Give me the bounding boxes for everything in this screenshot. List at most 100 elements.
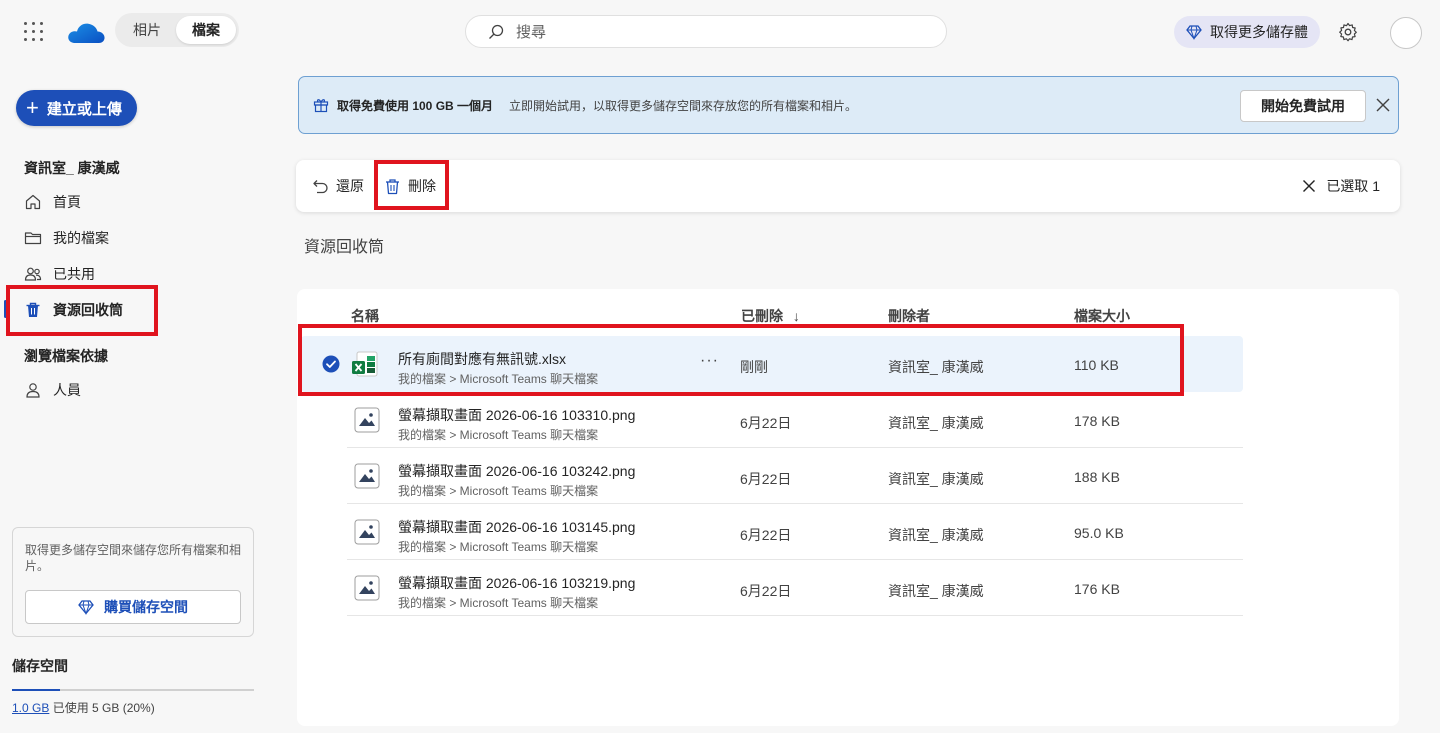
storage-upsell-card: 取得更多儲存空間來儲存您所有檔案和相片。 購買儲存空間: [12, 527, 254, 637]
storage-detail: 已使用 5 GB (20%): [52, 701, 155, 715]
home-icon: [25, 194, 41, 210]
table-row[interactable]: 螢幕擷取畫面 2026-06-16 103145.png 我的檔案 > Micr…: [347, 504, 1243, 560]
folder-icon: [24, 232, 42, 245]
storage-progress-fill: [12, 689, 61, 691]
column-header-name[interactable]: 名稱: [351, 306, 379, 326]
column-header-deleted-label: 已刪除: [741, 308, 783, 324]
file-size: 176 KB: [1074, 581, 1120, 597]
file-size: 178 KB: [1074, 413, 1120, 429]
selected-count: 已選取 1: [1326, 178, 1380, 194]
sidebar-item-shared[interactable]: 已共用: [24, 262, 95, 286]
column-header-deleted[interactable]: 已刪除 ↓: [741, 306, 800, 326]
image-file-icon: [354, 463, 380, 489]
file-size: 188 KB: [1074, 469, 1120, 485]
start-free-trial-button[interactable]: 開始免費試用: [1240, 90, 1366, 122]
close-icon[interactable]: [1374, 96, 1392, 114]
file-name[interactable]: 螢幕擷取畫面 2026-06-16 103219.png: [398, 573, 635, 593]
sidebar-item-label: 人員: [53, 382, 81, 398]
diamond-icon: [78, 600, 94, 615]
tab-photos[interactable]: 相片: [118, 16, 176, 44]
diamond-icon: [1186, 25, 1202, 40]
top-bar: 相片 檔案 搜尋 取得更多儲存體: [0, 0, 1440, 64]
storage-used-link[interactable]: 1.0 GB: [12, 701, 49, 715]
table-row[interactable]: 螢幕擷取畫面 2026-06-16 103219.png 我的檔案 > Micr…: [347, 560, 1243, 616]
sidebar-item-people[interactable]: 人員: [24, 378, 81, 402]
avatar[interactable]: [1390, 17, 1422, 49]
search-placeholder: 搜尋: [516, 24, 547, 41]
browse-by-title: 瀏覽檔案依據: [24, 348, 108, 364]
account-name: 資訊室_ 康漢威: [24, 160, 120, 176]
tab-files[interactable]: 檔案: [176, 16, 236, 44]
delete-button[interactable]: 刪除: [384, 176, 436, 196]
file-name[interactable]: 螢幕擷取畫面 2026-06-16 103242.png: [398, 461, 635, 481]
storage-upsell-text: 取得更多儲存空間來儲存您所有檔案和相片。: [25, 543, 242, 573]
promo-text: 立即開始試用，以取得更多儲存空間來存放您的所有檔案和相片。: [509, 98, 858, 113]
recycle-bin-icon: [26, 302, 40, 317]
app-launcher-icon[interactable]: [24, 22, 44, 42]
get-more-storage-label: 取得更多儲存體: [1210, 24, 1308, 40]
onedrive-logo-icon[interactable]: [66, 18, 106, 46]
sort-arrow-icon: ↓: [792, 308, 800, 324]
more-options-icon[interactable]: ···: [700, 352, 719, 370]
restore-button[interactable]: 還原: [312, 176, 364, 196]
sidebar-item-label: 資源回收筒: [53, 302, 123, 318]
file-size: 95.0 KB: [1074, 525, 1124, 541]
search-box[interactable]: 搜尋: [465, 15, 947, 48]
sidebar-item-label: 我的檔案: [53, 230, 109, 246]
deleted-date: 剛剛: [740, 359, 768, 375]
get-more-storage-button[interactable]: 取得更多儲存體: [1174, 16, 1320, 48]
deleted-date: 6月22日: [740, 415, 792, 431]
sidebar-item-label: 已共用: [53, 266, 95, 282]
deleted-by: 資訊室_ 康漢威: [888, 415, 984, 431]
file-name[interactable]: 螢幕擷取畫面 2026-06-16 103145.png: [398, 517, 635, 537]
delete-label: 刪除: [408, 178, 436, 194]
close-icon: [1303, 180, 1316, 192]
file-size: 110 KB: [1074, 357, 1119, 373]
table-row[interactable]: 螢幕擷取畫面 2026-06-16 103310.png 我的檔案 > Micr…: [347, 392, 1243, 448]
deleted-by: 資訊室_ 康漢威: [888, 359, 984, 375]
restore-label: 還原: [336, 178, 364, 194]
file-path: 我的檔案 > Microsoft Teams 聊天檔案: [398, 484, 599, 498]
file-path: 我的檔案 > Microsoft Teams 聊天檔案: [398, 596, 599, 610]
buy-storage-button[interactable]: 購買儲存空間: [25, 590, 241, 624]
sidebar-item-recycle-bin[interactable]: 資源回收筒: [24, 298, 123, 322]
buy-storage-label: 購買儲存空間: [104, 599, 188, 615]
clear-selection-button[interactable]: 已選取 1: [1302, 176, 1380, 196]
command-bar: 還原 刪除 已選取 1: [296, 160, 1400, 212]
plus-icon: +: [26, 95, 39, 120]
deleted-date: 6月22日: [740, 471, 792, 487]
column-header-deleted-by[interactable]: 刪除者: [888, 306, 930, 326]
sidebar-item-home[interactable]: 首頁: [24, 190, 81, 214]
active-indicator: [4, 300, 7, 318]
table-row[interactable]: 螢幕擷取畫面 2026-06-16 103242.png 我的檔案 > Micr…: [347, 448, 1243, 504]
image-file-icon: [354, 575, 380, 601]
table-row[interactable]: 所有廁間對應有無訊號.xlsx 我的檔案 > Microsoft Teams 聊…: [301, 336, 1243, 392]
file-path: 我的檔案 > Microsoft Teams 聊天檔案: [398, 372, 599, 386]
person-icon: [26, 383, 40, 398]
excel-file-icon: [352, 351, 378, 377]
gift-icon: [313, 99, 329, 113]
people-icon: [24, 267, 42, 281]
create-or-upload-button[interactable]: + 建立或上傳: [16, 90, 137, 126]
storage-title: 儲存空間: [12, 658, 68, 674]
sidebar-item-my-files[interactable]: 我的檔案: [24, 226, 109, 250]
checkmark-icon[interactable]: [322, 355, 340, 373]
promo-banner: 取得免費使用 100 GB 一個月 立即開始試用，以取得更多儲存空間來存放您的所…: [298, 76, 1399, 134]
deleted-date: 6月22日: [740, 527, 792, 543]
deleted-by: 資訊室_ 康漢威: [888, 471, 984, 487]
storage-usage: 1.0 GB 已使用 5 GB (20%): [12, 699, 155, 716]
page-title: 資源回收筒: [304, 239, 385, 256]
file-list: 名稱 已刪除 ↓ 刪除者 檔案大小 所有廁間對應有無訊號.xlsx 我的檔案 >…: [297, 289, 1399, 726]
image-file-icon: [354, 407, 380, 433]
view-switcher: 相片 檔案: [115, 13, 239, 47]
column-header-size[interactable]: 檔案大小: [1074, 306, 1130, 326]
storage-progress-bar: [12, 689, 254, 691]
file-name[interactable]: 螢幕擷取畫面 2026-06-16 103310.png: [398, 405, 635, 425]
file-path: 我的檔案 > Microsoft Teams 聊天檔案: [398, 540, 599, 554]
deleted-by: 資訊室_ 康漢威: [888, 583, 984, 599]
file-name[interactable]: 所有廁間對應有無訊號.xlsx: [398, 349, 566, 369]
deleted-date: 6月22日: [740, 583, 792, 599]
gear-icon[interactable]: [1338, 22, 1358, 42]
promo-title: 取得免費使用 100 GB 一個月: [337, 98, 494, 113]
sidebar-item-label: 首頁: [53, 194, 81, 210]
